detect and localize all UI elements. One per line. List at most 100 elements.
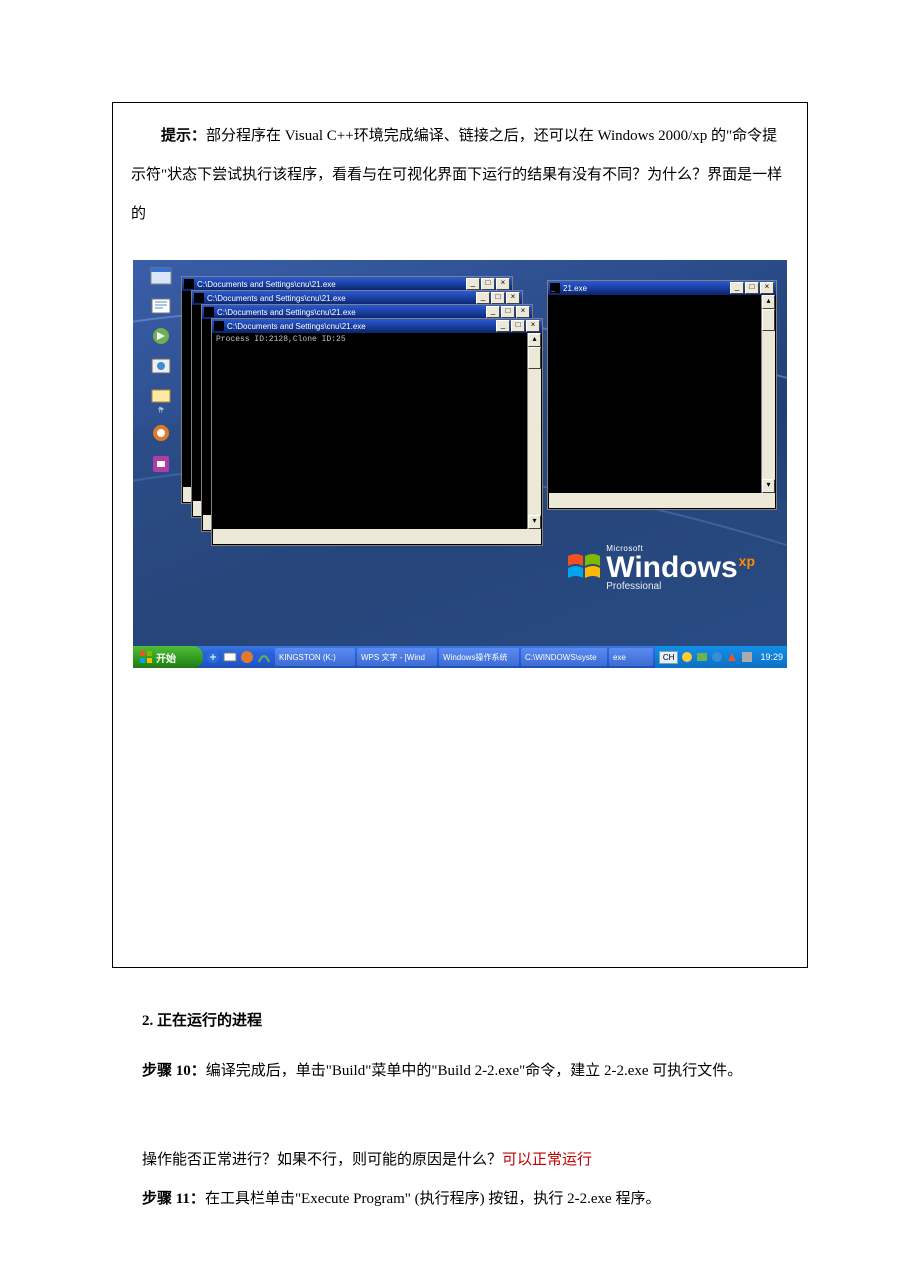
console-window-right[interactable]: _ 21.exe _ □ × ▴ ▾ (547, 280, 777, 510)
minimize-button[interactable]: _ (466, 278, 480, 290)
scroll-thumb[interactable] (528, 347, 541, 369)
cmd-icon (204, 307, 214, 317)
question-text: 操作能否正常进行？如果不行，则可能的原因是什么？ (142, 1152, 502, 1168)
scroll-up-icon[interactable]: ▴ (528, 333, 541, 347)
ql-icon[interactable] (206, 650, 220, 664)
taskbar[interactable]: 开始 KINGSTON (K:) WPS 文字 - [Wind Windows操… (133, 646, 787, 668)
scroll-down-icon[interactable]: ▾ (762, 479, 775, 493)
taskbar-item[interactable]: exe (609, 648, 653, 666)
ql-icon[interactable] (223, 650, 237, 664)
minimize-button[interactable]: _ (476, 292, 490, 304)
console-titlebar[interactable]: C:\Documents and Settings\cnu\21.exe _□× (192, 291, 522, 305)
windows-flag-icon (139, 650, 153, 664)
hint-paragraph: 提示：部分程序在 Visual C++环境完成编译、链接之后，还可以在 Wind… (113, 103, 807, 234)
console-title: C:\Documents and Settings\cnu\21.exe (224, 322, 496, 331)
maximize-button[interactable]: □ (745, 282, 759, 294)
question-para: 操作能否正常进行？如果不行，则可能的原因是什么？可以正常运行 (112, 1141, 808, 1180)
minimize-button[interactable]: _ (496, 320, 510, 332)
answer-text: 可以正常运行 (502, 1152, 592, 1168)
maximize-button[interactable]: □ (511, 320, 525, 332)
step10-para: 步骤 10：编译完成后，单击"Build"菜单中的"Build 2-2.exe"… (112, 1052, 808, 1091)
hint-box: 提示：部分程序在 Visual C++环境完成编译、链接之后，还可以在 Wind… (112, 102, 808, 968)
clock: 19:29 (756, 652, 783, 662)
step11-label: 步骤 11： (142, 1191, 205, 1207)
desktop-icons-column: 件 (139, 264, 183, 483)
quick-launch[interactable] (203, 646, 274, 668)
console-body (549, 295, 775, 508)
section-heading-line: 2. 正在运行的进程 (112, 1002, 808, 1041)
language-indicator[interactable]: CH (659, 651, 679, 664)
close-button[interactable]: × (760, 282, 774, 294)
step11-para: 步骤 11：在工具栏单击"Execute Program" (执行程序) 按钮，… (112, 1180, 808, 1219)
cmd-icon: _ (550, 283, 560, 293)
console-title: C:\Documents and Settings\cnu\21.exe (204, 294, 476, 303)
console-title: C:\Documents and Settings\cnu\21.exe (214, 308, 486, 317)
shortcut-icon (149, 326, 173, 348)
start-label: 开始 (156, 650, 176, 665)
tray-icon[interactable] (711, 651, 723, 663)
shortcut-icon (149, 386, 173, 408)
start-button[interactable]: 开始 (133, 646, 203, 668)
maximize-button[interactable]: □ (501, 306, 515, 318)
ql-icon[interactable] (240, 650, 254, 664)
tray-icon[interactable] (681, 651, 693, 663)
console-title: 21.exe (560, 284, 730, 293)
cmd-icon (214, 321, 224, 331)
desktop-icon[interactable] (144, 453, 178, 475)
windows-flag-icon (566, 552, 602, 584)
tray-icon[interactable] (726, 651, 738, 663)
shortcut-icon (149, 423, 173, 445)
taskbar-item[interactable]: KINGSTON (K:) (275, 648, 355, 666)
tray-icon[interactable] (696, 651, 708, 663)
taskbar-item[interactable]: WPS 文字 - [Wind (357, 648, 437, 666)
console-body: Process ID:2128,Clone ID:25 (213, 333, 541, 544)
desktop-icon[interactable] (144, 356, 178, 378)
scroll-thumb[interactable] (762, 309, 775, 331)
console-titlebar[interactable]: C:\Documents and Settings\cnu\21.exe _□× (212, 319, 542, 333)
logo-professional: Professional (606, 581, 755, 592)
minimize-button[interactable]: _ (486, 306, 500, 318)
desktop-icon[interactable] (144, 423, 178, 445)
close-button[interactable]: × (506, 292, 520, 304)
step11-text: 在工具栏单击"Execute Program" (执行程序) 按钮，执行 2-2… (205, 1191, 661, 1207)
logo-xp: xp (739, 553, 755, 569)
desktop-icon[interactable] (144, 326, 178, 348)
status-strip (213, 529, 541, 544)
maximize-button[interactable]: □ (491, 292, 505, 304)
console-titlebar[interactable]: C:\Documents and Settings\cnu\21.exe _□× (182, 277, 512, 291)
windows-xp-logo: Microsoft Windowsxp Professional (566, 544, 755, 592)
section-heading: 2. 正在运行的进程 (112, 1002, 808, 1041)
page: 提示：部分程序在 Visual C++环境完成编译、链接之后，还可以在 Wind… (0, 0, 920, 1277)
console-titlebar[interactable]: C:\Documents and Settings\cnu\21.exe _□× (202, 305, 532, 319)
shortcut-icon (149, 453, 173, 475)
cmd-icon (194, 293, 204, 303)
console-window-4-front[interactable]: C:\Documents and Settings\cnu\21.exe _□×… (211, 318, 543, 546)
logo-windows: Windows (606, 551, 737, 585)
windows-xp-screenshot: 件 _ 21.exe _ □ (133, 260, 787, 668)
shortcut-icon (149, 266, 173, 288)
console-titlebar[interactable]: _ 21.exe _ □ × (548, 281, 776, 295)
desktop-icon[interactable] (144, 266, 178, 288)
close-button[interactable]: × (526, 320, 540, 332)
desktop-icon[interactable] (144, 296, 178, 318)
scrollbar[interactable]: ▴ ▾ (761, 295, 775, 493)
ql-icon[interactable] (257, 650, 271, 664)
status-strip (549, 493, 775, 508)
minimize-button[interactable]: _ (730, 282, 744, 294)
scroll-down-icon[interactable]: ▾ (528, 515, 541, 529)
scroll-up-icon[interactable]: ▴ (762, 295, 775, 309)
taskbar-item[interactable]: Windows操作系统 (439, 648, 519, 666)
tray-icon[interactable] (741, 651, 753, 663)
desktop-icon[interactable]: 件 (144, 386, 178, 415)
hint-label: 提示： (161, 128, 206, 144)
taskbar-item[interactable]: C:\WINDOWS\syste (521, 648, 607, 666)
close-button[interactable]: × (496, 278, 510, 290)
shortcut-icon (149, 356, 173, 378)
scrollbar[interactable]: ▴ ▾ (527, 333, 541, 529)
maximize-button[interactable]: □ (481, 278, 495, 290)
close-button[interactable]: × (516, 306, 530, 318)
cmd-icon (184, 279, 194, 289)
system-tray[interactable]: CH 19:29 (655, 646, 787, 668)
hint-text: 部分程序在 Visual C++环境完成编译、链接之后，还可以在 Windows… (131, 128, 782, 222)
shortcut-icon (149, 296, 173, 318)
